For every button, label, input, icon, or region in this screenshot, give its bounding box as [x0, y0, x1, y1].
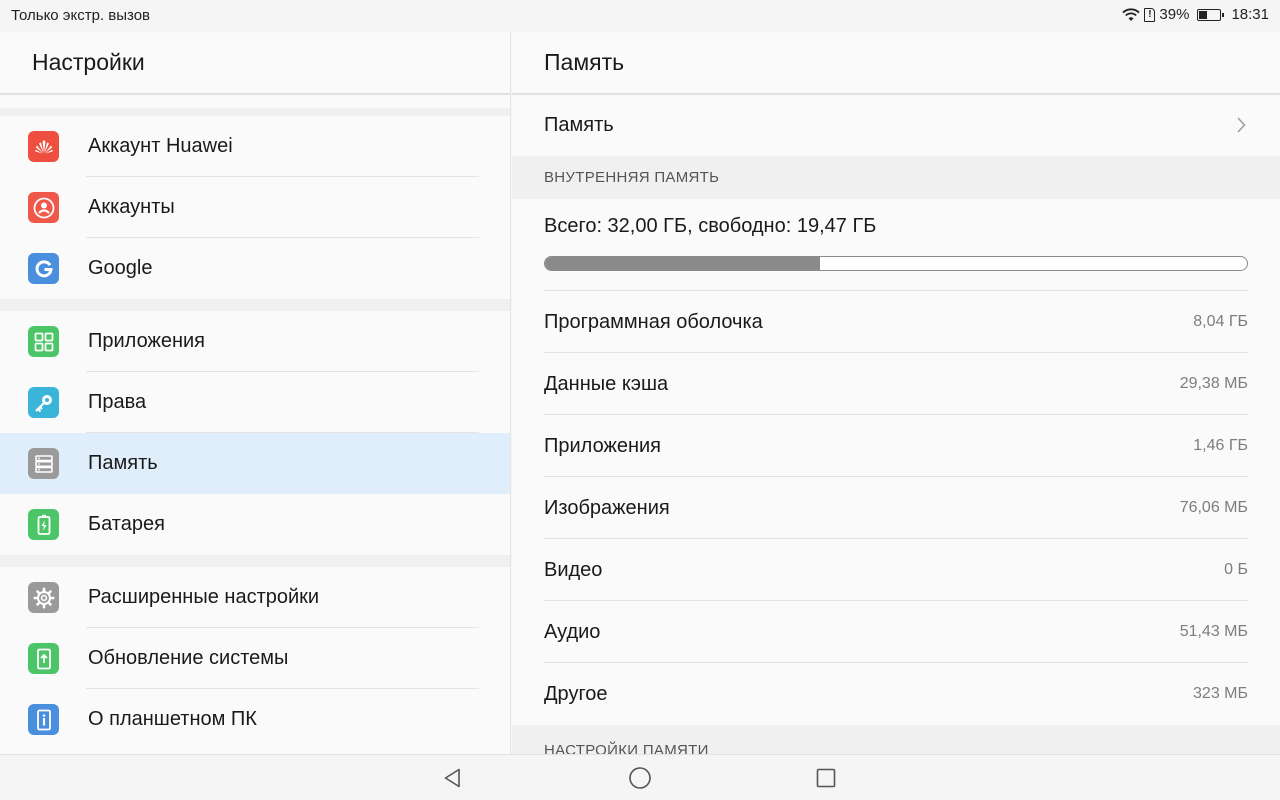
huawei-icon: [28, 131, 59, 162]
storage-settings-section: НАСТРОЙКИ ПАМЯТИ: [512, 725, 1280, 754]
battery-status-icon: [1197, 8, 1225, 21]
apps-icon: [28, 326, 59, 357]
list-item[interactable]: Программная оболочка 8,04 ГБ: [512, 291, 1280, 353]
row-value: 51,43 МБ: [1179, 623, 1248, 640]
sidebar-item-label: Расширенные настройки: [88, 586, 320, 608]
sidebar-item-google[interactable]: Google: [0, 238, 510, 299]
sidebar-item-label: Обновление системы: [88, 647, 289, 669]
row-value: 29,38 МБ: [1179, 375, 1248, 392]
row-value: 323 МБ: [1193, 685, 1248, 702]
storage-icon: [28, 448, 59, 479]
sidebar-item-label: Google: [88, 257, 153, 279]
list-item[interactable]: Данные кэша 29,38 МБ: [512, 353, 1280, 415]
home-button[interactable]: [628, 766, 652, 790]
list-item[interactable]: Изображения 76,06 МБ: [512, 477, 1280, 539]
account-icon: [28, 192, 59, 223]
sidebar-item-label: Память: [88, 452, 158, 474]
row-value: 76,06 МБ: [1179, 499, 1248, 516]
gear-icon: [28, 582, 59, 613]
sidebar-item-label: Батарея: [88, 513, 165, 535]
list-item[interactable]: Приложения 1,46 ГБ: [512, 415, 1280, 477]
row-label: Данные кэша: [544, 372, 669, 395]
sim-alert-icon: !: [1144, 7, 1156, 22]
sidebar-item-label: Аккаунты: [88, 196, 175, 218]
sidebar-item-battery[interactable]: Батарея: [0, 494, 510, 555]
internal-storage-section: ВНУТРЕННЯЯ ПАМЯТЬ: [512, 156, 1280, 199]
sidebar-item-storage[interactable]: Память: [0, 433, 510, 494]
battery-icon: [28, 509, 59, 540]
sidebar-item-label: Аккаунт Huawei: [88, 135, 233, 157]
navigation-bar: [0, 754, 1280, 800]
row-value: 1,46 ГБ: [1193, 437, 1248, 454]
status-icons: ! 39% 18:31: [1122, 6, 1269, 23]
row-label: Аудио: [544, 620, 601, 643]
back-button[interactable]: [441, 766, 465, 790]
list-item[interactable]: Видео 0 Б: [512, 539, 1280, 601]
row-label: Программная оболочка: [544, 310, 763, 333]
google-icon: [28, 253, 59, 284]
carrier-text: Только экстр. вызов: [11, 7, 151, 24]
sidebar-item-label: О планшетном ПК: [88, 708, 257, 730]
sidebar-item-about-tablet[interactable]: О планшетном ПК: [0, 689, 510, 750]
row-label: Изображения: [544, 496, 670, 519]
battery-percent: 39%: [1159, 6, 1190, 23]
storage-total-text: Всего: 32,00 ГБ, свободно: 19,47 ГБ: [544, 214, 877, 237]
row-label: Другое: [544, 682, 608, 705]
recents-square-icon: [816, 768, 836, 788]
storage-detail-pane: Память Память ВНУТРЕННЯЯ ПАМЯТЬ Всего: 3…: [512, 32, 1280, 754]
sidebar-item-label: Права: [88, 391, 147, 413]
key-icon: [28, 387, 59, 418]
home-circle-icon: [629, 767, 651, 789]
storage-link[interactable]: Память: [512, 95, 1280, 156]
row-label: Приложения: [544, 434, 662, 457]
clock: 18:31: [1231, 6, 1269, 23]
sidebar-item-advanced-settings[interactable]: Расширенные настройки: [0, 567, 510, 628]
storage-usage-bar: [544, 256, 1248, 271]
row-value: 0 Б: [1224, 561, 1248, 578]
sidebar-item-system-update[interactable]: Обновление системы: [0, 628, 510, 689]
list-item[interactable]: Другое 323 МБ: [512, 663, 1280, 725]
chevron-right-icon: [1237, 117, 1246, 133]
recents-button[interactable]: [814, 766, 838, 790]
row-label: Видео: [544, 558, 603, 581]
sidebar-item-apps[interactable]: Приложения: [0, 311, 510, 372]
sidebar-item-accounts[interactable]: Аккаунты: [0, 177, 510, 238]
sidebar-item-label: Приложения: [88, 330, 206, 352]
settings-sidebar: Настройки Аккаунт Huawei Аккаунты Google…: [0, 32, 511, 754]
sidebar-item-permissions[interactable]: Права: [0, 372, 510, 433]
storage-usage-fill: [545, 257, 821, 270]
row-value: 8,04 ГБ: [1193, 313, 1248, 330]
wifi-icon: [1122, 7, 1141, 21]
storage-link-label: Память: [544, 114, 614, 136]
status-bar: Только экстр. вызов ! 39% 18:31: [0, 0, 1280, 32]
info-icon: [28, 704, 59, 735]
system-update-icon: [28, 643, 59, 674]
settings-title: Настройки: [0, 32, 510, 95]
back-triangle-icon: [444, 768, 460, 788]
page-title: Память: [512, 32, 1280, 95]
list-item[interactable]: Аудио 51,43 МБ: [512, 601, 1280, 663]
sidebar-item-huawei-account[interactable]: Аккаунт Huawei: [0, 116, 510, 177]
